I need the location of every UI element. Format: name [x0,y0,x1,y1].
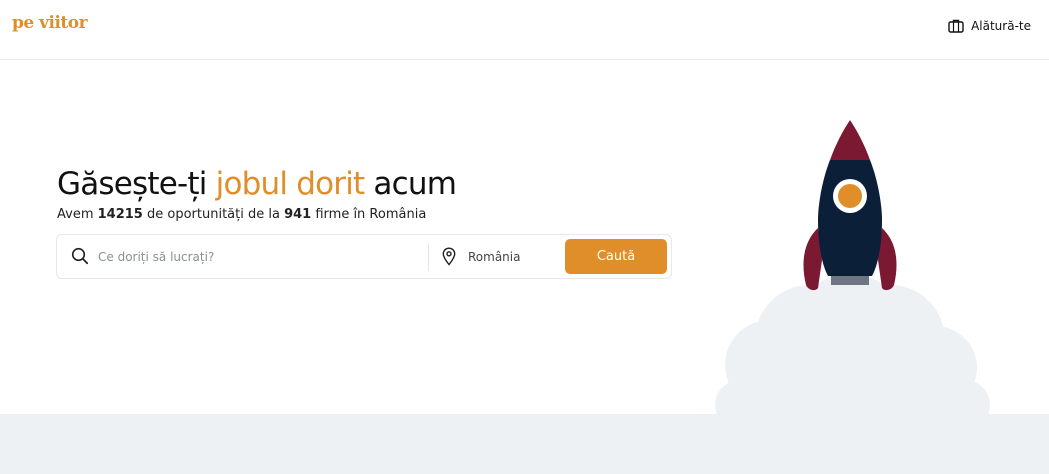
hero-title: Găsește-ți jobul dorit acum [57,166,457,202]
join-button[interactable]: Alătură-te [948,16,1031,36]
top-header: pe viitor Alătură-te [0,0,1049,60]
join-label: Alătură-te [971,19,1031,33]
search-icon [71,247,89,269]
subtitle-prefix: Avem [57,207,98,222]
site-logo[interactable]: pe viitor [12,13,88,33]
briefcase-icon [948,19,964,33]
hero-title-highlight: jobul dorit [215,166,366,202]
search-button[interactable]: Caută [565,239,667,274]
hero-title-start: Găsește-ți [57,166,216,202]
hero-subtitle: Avem 14215 de oportunități de la 941 fir… [57,207,426,222]
smoke-cloud [715,274,990,414]
location-input[interactable] [468,244,558,270]
rocket-nose [830,120,870,160]
rocket-nozzle [831,276,869,285]
rocket-illustration [715,120,990,414]
map-pin-icon [442,247,456,270]
rocket-window [838,184,862,208]
rocket-body [818,160,882,276]
jobs-count: 14215 [97,207,143,222]
search-divider [428,243,429,271]
hero-title-end: acum [364,166,457,202]
subtitle-suffix: firme în România [311,207,427,222]
subtitle-middle: de oportunități de la [142,207,285,222]
search-bar: Caută [56,234,672,279]
job-search-input[interactable] [98,244,418,270]
footer-band [0,414,1049,474]
companies-count: 941 [284,207,312,222]
